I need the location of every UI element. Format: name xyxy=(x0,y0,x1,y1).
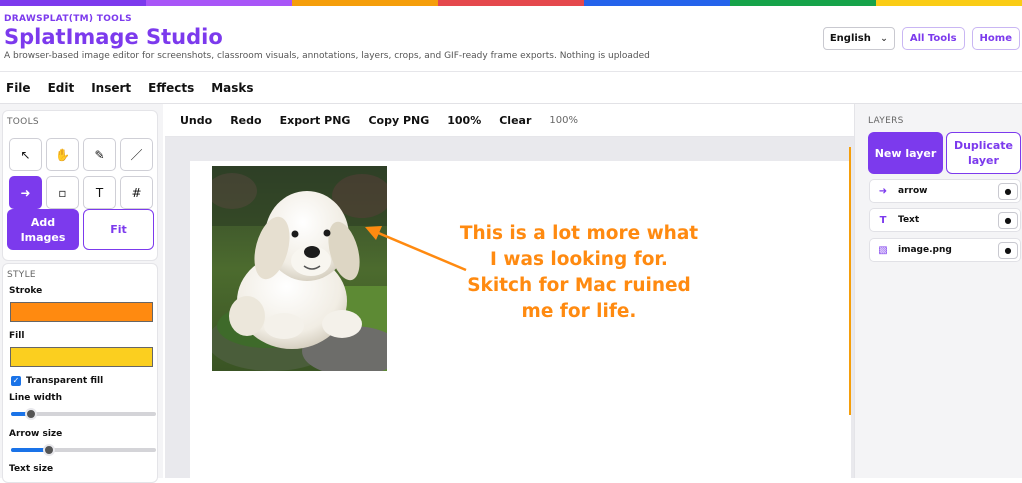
arrow-size-label: Arrow size xyxy=(9,429,63,439)
line-tool-button[interactable]: ／ xyxy=(120,138,153,171)
all-tools-button[interactable]: All Tools xyxy=(901,27,965,50)
arrow-icon: ➜ xyxy=(878,185,888,197)
layers-panel-title: LAYERS xyxy=(868,116,904,126)
language-select[interactable]: English ⌄ xyxy=(822,27,895,50)
pan-tool-button[interactable]: ✋ xyxy=(46,138,79,171)
style-panel-title: STYLE xyxy=(7,270,36,280)
canvas-toolbar: Undo Redo Export PNG Copy PNG 100% Clear… xyxy=(165,104,854,137)
layer-row[interactable]: ➜ arrow ● xyxy=(869,179,1021,203)
hash-icon: # xyxy=(131,185,142,200)
hand-icon: ✋ xyxy=(55,147,70,162)
eye-dot-icon: ● xyxy=(1004,186,1012,196)
chevron-down-icon: ⌄ xyxy=(880,33,888,44)
layer-visibility-toggle[interactable]: ● xyxy=(998,241,1018,259)
eye-dot-icon: ● xyxy=(1004,215,1012,225)
layer-name: arrow xyxy=(898,186,928,196)
tool-grid: ↖ ✋ ✎ ／ ➜ ▫ T # xyxy=(9,138,153,209)
line-width-slider-thumb[interactable] xyxy=(25,408,38,420)
annotation-text[interactable]: This is a lot more what I was looking fo… xyxy=(459,221,699,325)
menu-masks[interactable]: Masks xyxy=(211,81,253,95)
line-icon: ／ xyxy=(130,148,143,162)
zoom-reset-button[interactable]: 100% xyxy=(447,114,481,127)
arrow-icon: ➜ xyxy=(20,185,31,200)
layer-visibility-toggle[interactable]: ● xyxy=(998,211,1018,229)
layer-name: Text xyxy=(898,215,920,225)
app-subtitle: A browser-based image editor for screens… xyxy=(4,51,650,61)
duplicate-layer-button[interactable]: Duplicate layer xyxy=(946,132,1021,174)
menu-insert[interactable]: Insert xyxy=(91,81,131,95)
rectangle-icon: ▫ xyxy=(58,185,67,200)
app-title: SplatImage Studio xyxy=(4,25,223,49)
language-value: English xyxy=(829,33,871,44)
line-width-slider[interactable] xyxy=(11,408,156,420)
fill-color-swatch[interactable] xyxy=(10,347,153,367)
eye-dot-icon: ● xyxy=(1004,245,1012,255)
undo-button[interactable]: Undo xyxy=(180,114,212,127)
text-icon: T xyxy=(879,214,887,226)
transparent-fill-checkbox[interactable]: ✓ xyxy=(11,376,21,386)
menu-bar: File Edit Insert Effects Masks xyxy=(0,72,1022,104)
annotation-arrow[interactable] xyxy=(360,216,470,276)
fill-label: Fill xyxy=(9,331,25,341)
pen-tool-button[interactable]: ✎ xyxy=(83,138,116,171)
menu-file[interactable]: File xyxy=(6,81,31,95)
layer-name: image.png xyxy=(898,245,952,255)
line-width-label: Line width xyxy=(9,393,63,403)
copy-png-button[interactable]: Copy PNG xyxy=(368,114,429,127)
tools-panel-title: TOOLS xyxy=(7,117,39,127)
text-tool-button[interactable]: T xyxy=(83,176,116,209)
stroke-label: Stroke xyxy=(9,286,43,296)
left-sidebar: TOOLS ↖ ✋ ✎ ／ ➜ ▫ T # Add Images Fit STYLE Stro… xyxy=(0,104,163,483)
pointer-icon: ↖ xyxy=(20,147,31,162)
drawing-canvas[interactable]: This is a lot more what I was looking fo… xyxy=(190,161,851,478)
select-tool-button[interactable]: ↖ xyxy=(9,138,42,171)
arrow-size-slider-thumb[interactable] xyxy=(42,444,55,456)
stroke-color-swatch[interactable] xyxy=(10,302,153,322)
pen-icon: ✎ xyxy=(94,147,105,162)
redo-button[interactable]: Redo xyxy=(230,114,261,127)
text-icon: T xyxy=(95,185,104,200)
menu-effects[interactable]: Effects xyxy=(148,81,194,95)
clear-button[interactable]: Clear xyxy=(499,114,531,127)
style-panel: STYLE Stroke Fill ✓ Transparent fill Lin… xyxy=(2,263,158,483)
zoom-readout: 100% xyxy=(549,114,578,126)
export-png-button[interactable]: Export PNG xyxy=(280,114,351,127)
home-button[interactable]: Home xyxy=(971,27,1020,50)
app-header: DRAWSPLAT(TM) TOOLS SplatImage Studio A … xyxy=(0,6,1022,72)
menu-edit[interactable]: Edit xyxy=(48,81,75,95)
grid-tool-button[interactable]: # xyxy=(120,176,153,209)
add-images-button[interactable]: Add Images xyxy=(7,209,79,250)
layer-visibility-toggle[interactable]: ● xyxy=(998,182,1018,200)
canvas-viewport: This is a lot more what I was looking fo… xyxy=(165,137,854,478)
transparent-fill-label: Transparent fill xyxy=(26,376,104,386)
arrow-tool-button[interactable]: ➜ xyxy=(9,176,42,209)
rectangle-tool-button[interactable]: ▫ xyxy=(46,176,79,209)
image-icon: ▧ xyxy=(878,244,888,256)
brand-kicker: DRAWSPLAT(TM) TOOLS xyxy=(4,14,132,24)
tools-panel: TOOLS ↖ ✋ ✎ ／ ➜ ▫ T # Add Images Fit xyxy=(2,110,158,261)
canvas-edge-guide xyxy=(849,147,851,415)
layer-row[interactable]: ▧ image.png ● xyxy=(869,238,1021,262)
fit-button[interactable]: Fit xyxy=(83,209,154,250)
layer-row[interactable]: T Text ● xyxy=(869,208,1021,232)
header-actions: English ⌄ All Tools Home xyxy=(822,27,1020,50)
arrow-size-slider[interactable] xyxy=(11,444,156,456)
new-layer-button[interactable]: New layer xyxy=(868,132,943,174)
layers-sidebar: LAYERS New layer Duplicate layer ➜ arrow ●… xyxy=(854,104,1022,478)
text-size-label: Text size xyxy=(9,464,54,474)
